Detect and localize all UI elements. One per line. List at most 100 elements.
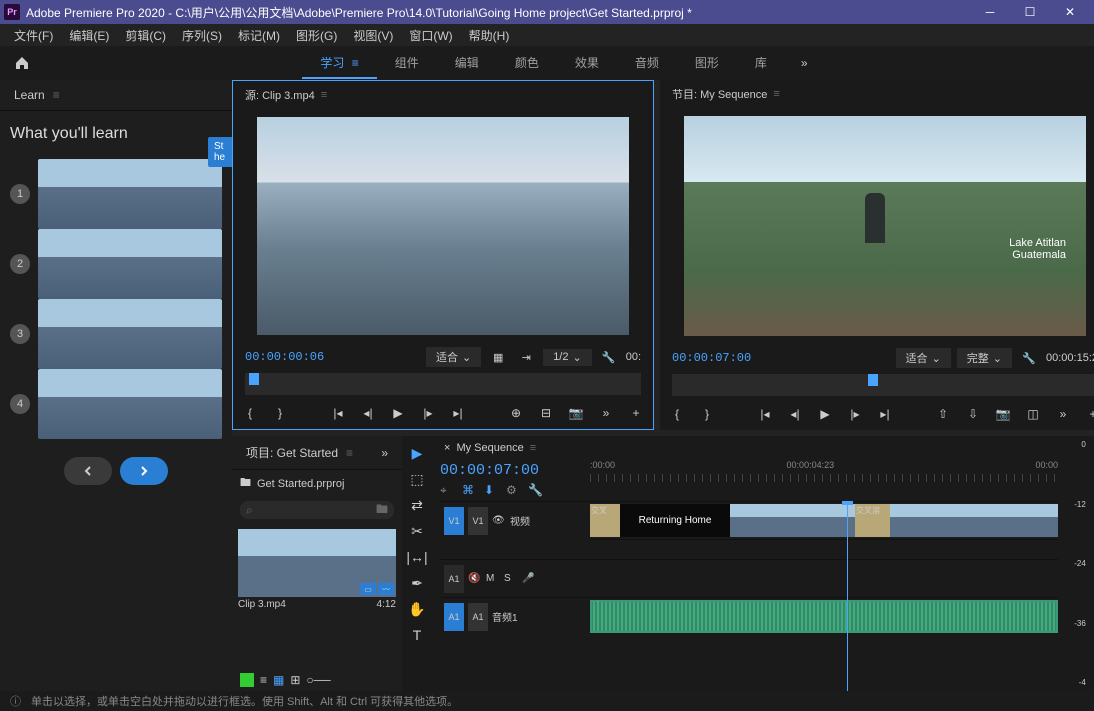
wrench-icon[interactable]: 🔧: [528, 483, 544, 499]
insert-button[interactable]: ⊕: [505, 403, 527, 423]
program-tab[interactable]: 节目: My Sequence ≡: [660, 80, 1094, 108]
more-transport-button[interactable]: »: [595, 403, 617, 423]
solo-s-icon[interactable]: S: [504, 573, 518, 584]
workspace-tab-0[interactable]: 学习 ≡: [302, 48, 376, 79]
filter-icon[interactable]: 🖿: [376, 500, 388, 521]
workspace-tab-3[interactable]: 颜色: [497, 48, 557, 79]
overwrite-button[interactable]: ⊟: [535, 403, 557, 423]
label-green[interactable]: [240, 673, 254, 687]
menu-图形(G)[interactable]: 图形(G): [288, 25, 345, 46]
timeline-timecode[interactable]: 00:00:07:00: [440, 460, 590, 481]
timeline-tab[interactable]: × My Sequence ≡: [432, 436, 1066, 460]
mark-in-button[interactable]: {: [666, 404, 688, 424]
icon-view-icon[interactable]: ▦: [273, 673, 284, 687]
export-frame-button[interactable]: 📷: [992, 404, 1014, 424]
play-button[interactable]: ▶: [387, 403, 409, 423]
wrench-icon[interactable]: 🔧: [1018, 348, 1040, 368]
program-timecode[interactable]: 00:00:07:00: [672, 351, 751, 365]
solo-icon[interactable]: M: [486, 573, 500, 584]
workspace-overflow-button[interactable]: »: [789, 50, 820, 76]
settings-icon[interactable]: ▦: [487, 347, 509, 367]
source-tab[interactable]: 源: Clip 3.mp4 ≡: [233, 81, 653, 109]
program-scrubber[interactable]: [672, 374, 1094, 396]
menu-标记(M)[interactable]: 标记(M): [230, 25, 288, 46]
a1-track-target[interactable]: A1: [468, 603, 488, 631]
a1-header-2[interactable]: A1 A1 音频1: [440, 597, 590, 635]
workspace-tab-1[interactable]: 组件: [377, 48, 437, 79]
toggle-output-icon[interactable]: 👁: [492, 515, 506, 526]
home-button[interactable]: [10, 51, 34, 75]
source-scrubber[interactable]: [245, 373, 641, 395]
mute-icon[interactable]: 🔇: [468, 573, 482, 584]
snap-icon[interactable]: ⌖: [440, 483, 456, 499]
transition-clip-2[interactable]: 交叉溶: [855, 504, 890, 537]
menu-编辑(E)[interactable]: 编辑(E): [61, 25, 117, 46]
v1-lane[interactable]: 交叉 Returning Home 交叉溶: [590, 501, 1058, 539]
goto-out-button[interactable]: ▸|: [447, 403, 469, 423]
step-back-button[interactable]: ◂|: [357, 403, 379, 423]
project-clip[interactable]: ▭〰 Clip 3.mp4 4:12: [238, 529, 396, 612]
timeline-ruler[interactable]: :00:00 00:00:04:23 00:00: [590, 460, 1058, 501]
mark-out-button[interactable]: }: [269, 403, 291, 423]
selection-tool[interactable]: ▶: [406, 442, 428, 464]
program-video[interactable]: Lake Atitlan Guatemala: [684, 116, 1086, 336]
add-button[interactable]: +: [625, 403, 647, 423]
hand-tool[interactable]: ✋: [406, 598, 428, 620]
play-button[interactable]: ▶: [814, 404, 836, 424]
a1-source-target[interactable]: A1: [444, 565, 464, 593]
title-clip[interactable]: Returning Home: [620, 504, 730, 537]
minimize-button[interactable]: ─: [970, 0, 1010, 24]
mark-in-button[interactable]: {: [239, 403, 261, 423]
menu-序列(S)[interactable]: 序列(S): [174, 25, 230, 46]
goto-in-button[interactable]: |◂: [327, 403, 349, 423]
slip-tool[interactable]: |↔|: [406, 546, 428, 568]
program-fit-dropdown[interactable]: 适合 ⌄: [896, 348, 951, 368]
source-res-dropdown[interactable]: 1/2 ⌄: [543, 349, 592, 366]
menu-剪辑(C)[interactable]: 剪辑(C): [117, 25, 174, 46]
more-transport-button[interactable]: »: [1052, 404, 1074, 424]
zoom-slider[interactable]: ○──: [306, 673, 330, 687]
menu-帮助(H)[interactable]: 帮助(H): [461, 25, 518, 46]
step-fwd-button[interactable]: |▸: [844, 404, 866, 424]
workspace-tab-7[interactable]: 库: [737, 48, 785, 79]
learn-tab[interactable]: Learn≡: [0, 80, 232, 111]
workspace-tab-6[interactable]: 图形: [677, 48, 737, 79]
audio-clip[interactable]: fx: [590, 600, 1058, 633]
v1-track-target[interactable]: V1: [468, 507, 488, 535]
marker-icon[interactable]: ⇥: [515, 347, 537, 367]
v1-source-target[interactable]: V1: [444, 507, 464, 535]
source-video[interactable]: [257, 117, 629, 335]
pen-tool[interactable]: ✒: [406, 572, 428, 594]
program-quality-dropdown[interactable]: 完整 ⌄: [957, 348, 1012, 368]
settings-icon[interactable]: ⚙: [506, 483, 522, 499]
a1-target[interactable]: A1: [444, 603, 464, 631]
link-icon[interactable]: ⌘: [462, 483, 478, 499]
playhead[interactable]: [847, 501, 848, 691]
freeform-view-icon[interactable]: ⊞: [290, 673, 300, 687]
a1-header[interactable]: A1 🔇 M S 🎤: [440, 559, 590, 597]
workspace-tab-5[interactable]: 音频: [617, 48, 677, 79]
menu-视图(V)[interactable]: 视图(V): [345, 25, 401, 46]
source-timecode[interactable]: 00:00:00:06: [245, 350, 324, 364]
menu-文件(F)[interactable]: 文件(F): [6, 25, 61, 46]
razor-tool[interactable]: ✂: [406, 520, 428, 542]
goto-in-button[interactable]: |◂: [754, 404, 776, 424]
extract-button[interactable]: ⇩: [962, 404, 984, 424]
learn-item-4[interactable]: 4: [10, 369, 222, 439]
video-clip-2[interactable]: [890, 504, 1058, 537]
add-button[interactable]: +: [1082, 404, 1094, 424]
video-clip-1[interactable]: [730, 504, 860, 537]
export-frame-button[interactable]: 📷: [565, 403, 587, 423]
source-fit-dropdown[interactable]: 适合 ⌄: [426, 347, 481, 367]
list-view-icon[interactable]: ≡: [260, 673, 267, 687]
track-select-tool[interactable]: ⬚: [406, 468, 428, 490]
close-button[interactable]: ✕: [1050, 0, 1090, 24]
wrench-icon[interactable]: 🔧: [598, 347, 620, 367]
ripple-tool[interactable]: ⇄: [406, 494, 428, 516]
workspace-tab-4[interactable]: 效果: [557, 48, 617, 79]
learn-next-button[interactable]: [120, 457, 168, 485]
maximize-button[interactable]: ☐: [1010, 0, 1050, 24]
learn-item-3[interactable]: 3: [10, 299, 222, 369]
voice-icon[interactable]: 🎤: [522, 573, 536, 584]
marker-icon[interactable]: ⬇: [484, 483, 500, 499]
